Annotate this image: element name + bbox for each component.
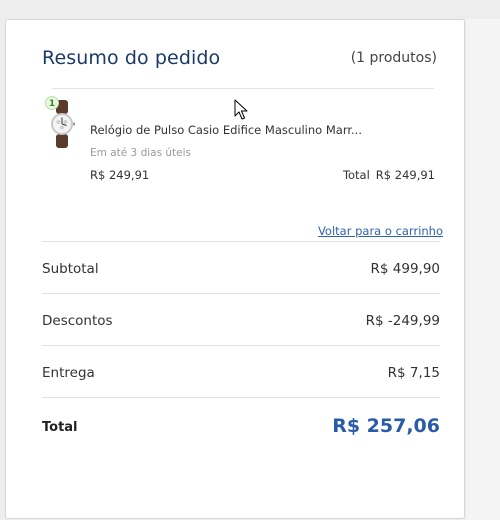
summary-title: Resumo do pedido xyxy=(42,47,221,69)
back-to-cart-link[interactable]: Voltar para o carrinho xyxy=(318,224,443,238)
total-label: Total xyxy=(42,420,78,435)
product-total-value: R$ 249,91 xyxy=(375,168,435,182)
page-background-strip xyxy=(466,19,500,520)
discount-row: Descontos R$ -249,99 xyxy=(42,293,440,345)
subtotal-value: R$ 499,90 xyxy=(370,261,441,277)
shipping-label: Entrega xyxy=(42,365,95,381)
product-total-label: Total xyxy=(342,168,370,182)
shipping-value: R$ 7,15 xyxy=(387,365,440,381)
subtotal-label: Subtotal xyxy=(42,261,99,277)
product-count: (1 produtos) xyxy=(350,50,437,66)
product-name[interactable]: Relógio de Pulso Casio Edifice Masculino… xyxy=(90,123,390,137)
discount-value: R$ -249,99 xyxy=(365,313,440,329)
subtotal-row: Subtotal R$ 499,90 xyxy=(42,241,440,293)
product-total: Total R$ 249,91 xyxy=(343,168,435,182)
delivery-estimate: Em até 3 dias úteis xyxy=(90,147,192,159)
quantity-badge: 1 xyxy=(45,96,59,110)
order-summary-card: Resumo do pedido (1 produtos) 1 Relógio … xyxy=(5,19,465,519)
product-unit-price: R$ 249,91 xyxy=(90,168,150,182)
divider xyxy=(52,88,434,89)
discount-label: Descontos xyxy=(42,313,113,329)
shipping-row: Entrega R$ 7,15 xyxy=(42,345,440,397)
total-row: Total R$ 257,06 xyxy=(42,397,440,449)
total-value: R$ 257,06 xyxy=(332,415,440,437)
mouse-cursor-icon xyxy=(234,99,248,120)
